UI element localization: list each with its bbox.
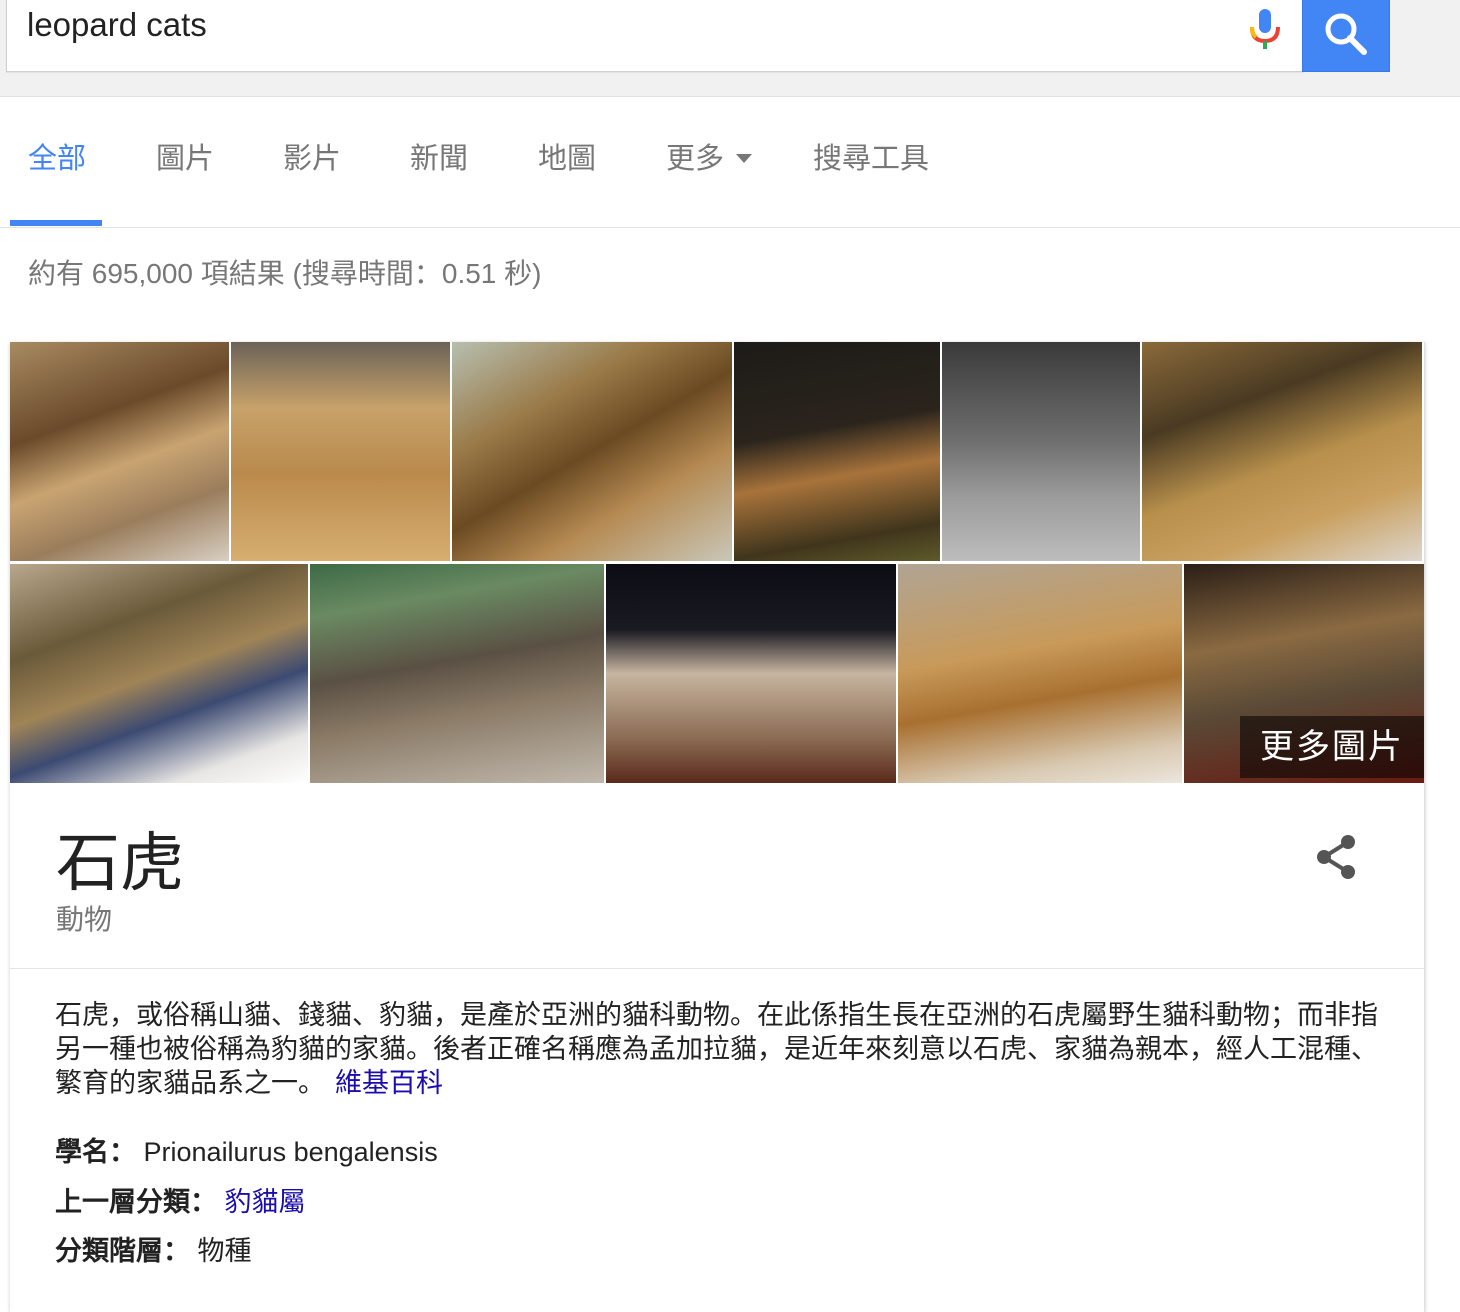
search-header <box>0 0 1460 97</box>
fact-key: 分類階層： <box>55 1236 190 1266</box>
result-stats: 約有 695,000 項結果 (搜尋時間：0.51 秒) <box>28 258 542 289</box>
wikipedia-link[interactable]: 維基百科 <box>335 1068 443 1098</box>
entity-type: 動物 <box>56 904 113 935</box>
fact-rank: 分類階層： 物種 <box>55 1229 252 1268</box>
entity-description: 石虎，或俗稱山貓、錢貓、豹貓，是產於亞洲的貓科動物。在此係指生長在亞洲的石虎屬野… <box>55 998 1385 1100</box>
tab-more[interactable]: 更多 <box>666 139 753 179</box>
fact-key: 學名： <box>55 1137 136 1167</box>
tab-images[interactable]: 圖片 <box>156 139 214 179</box>
entity-title: 石虎 <box>56 827 184 901</box>
cat-image-4[interactable] <box>734 342 940 561</box>
cat-image-3[interactable] <box>452 342 732 561</box>
active-tab-indicator <box>10 220 102 226</box>
tab-maps[interactable]: 地圖 <box>538 139 596 179</box>
cat-image-8[interactable] <box>310 564 604 783</box>
search-button[interactable] <box>1302 0 1390 72</box>
cat-image-1[interactable] <box>10 342 229 561</box>
fact-value: Prionailurus bengalensis <box>143 1137 438 1167</box>
cat-image-7[interactable] <box>10 564 308 783</box>
search-tabs: 全部 圖片 影片 新聞 地圖 更多 搜尋工具 <box>0 97 1460 228</box>
tab-all[interactable]: 全部 <box>28 139 86 179</box>
fact-value: 物種 <box>197 1236 252 1266</box>
tab-search-tools[interactable]: 搜尋工具 <box>813 139 929 179</box>
fact-key: 上一層分類： <box>55 1187 217 1217</box>
tab-videos[interactable]: 影片 <box>283 139 341 179</box>
search-input[interactable] <box>27 3 1207 47</box>
search-box <box>6 0 1304 72</box>
cat-image-5[interactable] <box>942 342 1140 561</box>
search-icon <box>1325 13 1367 55</box>
cat-image-2[interactable] <box>231 342 450 561</box>
fact-value-link[interactable]: 豹貓屬 <box>225 1187 306 1217</box>
cat-image-10[interactable] <box>898 564 1182 783</box>
tab-news[interactable]: 新聞 <box>410 139 468 179</box>
fact-scientific-name: 學名： Prionailurus bengalensis <box>55 1130 438 1169</box>
cat-image-6[interactable] <box>1142 342 1422 561</box>
fact-parent-taxon: 上一層分類： 豹貓屬 <box>55 1180 306 1219</box>
cat-image-9[interactable] <box>606 564 896 783</box>
caret-down-icon <box>736 153 753 163</box>
tab-more-label: 更多 <box>666 143 725 175</box>
mic-icon[interactable] <box>1243 3 1287 55</box>
description-text: 石虎，或俗稱山貓、錢貓、豹貓，是產於亞洲的貓科動物。在此係指生長在亞洲的石虎屬野… <box>55 1000 1378 1098</box>
share-icon[interactable] <box>1312 832 1360 882</box>
panel-divider <box>10 968 1424 969</box>
more-images-button[interactable]: 更多圖片 <box>1240 716 1424 778</box>
